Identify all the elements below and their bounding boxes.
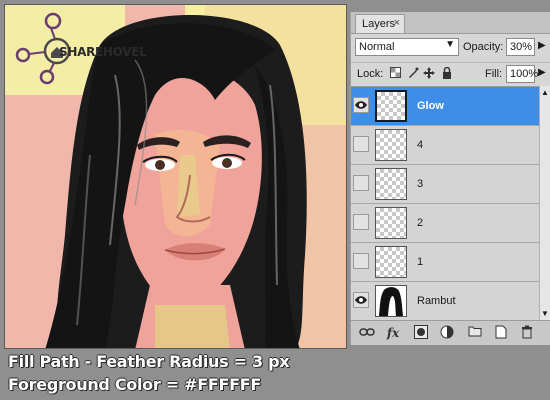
layer-thumbnail <box>375 207 407 239</box>
panel-tab-bar: Layers × <box>351 12 550 34</box>
layer-name: Rambut <box>417 295 456 307</box>
layer-thumbnail <box>375 246 407 278</box>
layer-name: Glow <box>417 100 444 112</box>
adjustment-icon[interactable] <box>439 325 455 341</box>
caption-fill-path: Fill Path - Feather Radius = 3 px <box>8 352 290 371</box>
link-icon[interactable] <box>359 325 375 341</box>
visibility-toggle[interactable] <box>353 136 369 152</box>
fill-slider-arrow-icon[interactable]: ▶ <box>538 67 546 78</box>
layer-name: 4 <box>417 139 424 151</box>
caption-foreground-color: Foreground Color = #FFFFFF <box>8 375 261 394</box>
scroll-up-icon[interactable]: ▲ <box>541 88 549 97</box>
layer-row[interactable]: Rambut <box>351 282 539 321</box>
eye-icon <box>355 101 367 109</box>
visibility-toggle[interactable] <box>353 175 369 191</box>
lock-position-icon[interactable] <box>423 67 435 79</box>
blend-mode-select[interactable]: Normal ▼ <box>355 38 459 56</box>
layers-scrollbar[interactable]: ▲ ▼ <box>539 86 550 320</box>
layer-thumbnail <box>375 168 407 200</box>
opacity-value: 30% <box>510 41 533 53</box>
lock-transparent-pixels-icon[interactable] <box>389 67 401 79</box>
blend-mode-value: Normal <box>359 41 395 53</box>
layer-name: 3 <box>417 178 424 190</box>
document-canvas[interactable]: SHAREHOVEL <box>4 4 347 349</box>
mask-icon[interactable] <box>413 325 429 341</box>
lock-all-icon[interactable] <box>441 66 453 79</box>
layer-name: 2 <box>417 217 424 229</box>
opacity-label: Opacity: <box>463 41 504 53</box>
close-icon[interactable]: × <box>394 17 400 29</box>
trash-icon[interactable] <box>519 325 535 341</box>
visibility-toggle[interactable] <box>353 292 369 308</box>
layer-thumbnail <box>375 285 407 317</box>
logo-brand-text: SHAREHOVEL <box>59 45 147 59</box>
opacity-slider-arrow-icon[interactable]: ▶ <box>538 40 546 51</box>
lock-label: Lock: <box>357 68 384 80</box>
opacity-input[interactable]: 30% <box>506 38 535 56</box>
chevron-down-icon: ▼ <box>445 39 455 50</box>
fill-value: 100% <box>510 68 539 80</box>
new-layer-icon[interactable] <box>493 325 509 341</box>
visibility-toggle[interactable] <box>353 214 369 230</box>
fx-icon[interactable]: fx <box>385 325 401 341</box>
blend-row: Normal ▼ Opacity: 30% ▶ <box>351 38 550 60</box>
panel-bottom-bar: fx <box>351 320 550 345</box>
layer-row[interactable]: 2 <box>351 204 539 243</box>
layers-list: Glow 4 3 2 1 Rambut <box>351 86 539 321</box>
layers-panel: Layers × Normal ▼ Opacity: 30% ▶ Lock: F… <box>350 12 550 345</box>
tab-layers-label: Layers <box>362 18 396 30</box>
visibility-toggle[interactable] <box>353 253 369 269</box>
lock-row: Lock: Fill: 100% ▶ <box>351 62 550 85</box>
hair-silhouette-icon <box>379 287 403 316</box>
layer-row[interactable]: Glow <box>351 87 539 126</box>
scroll-down-icon[interactable]: ▼ <box>541 309 549 318</box>
layer-name: 1 <box>417 256 424 268</box>
layer-row[interactable]: 1 <box>351 243 539 282</box>
layer-row[interactable]: 3 <box>351 165 539 204</box>
eye-icon <box>355 296 367 304</box>
sharehovel-logo: SHAREHOVEL <box>11 11 147 85</box>
layer-thumbnail <box>375 129 407 161</box>
layer-row[interactable]: 4 <box>351 126 539 165</box>
tab-layers[interactable]: Layers × <box>355 14 405 33</box>
lock-image-pixels-icon[interactable] <box>407 67 419 79</box>
visibility-toggle[interactable] <box>353 97 369 113</box>
fill-label: Fill: <box>485 68 503 80</box>
folder-icon[interactable] <box>467 325 483 341</box>
fill-input[interactable]: 100% <box>506 65 539 83</box>
layer-thumbnail <box>375 90 407 122</box>
